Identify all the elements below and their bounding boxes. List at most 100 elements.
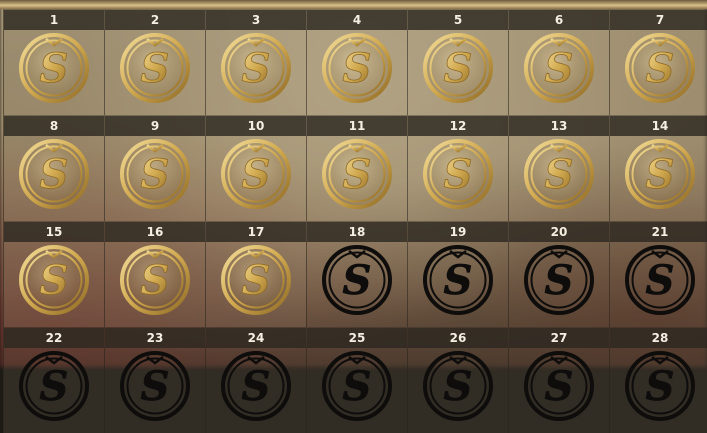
tile-number: 13 (509, 116, 609, 136)
svg-text:S: S (242, 257, 271, 304)
tile-number: 20 (509, 222, 609, 242)
svg-text:S: S (343, 45, 372, 92)
tile-number: 2 (105, 10, 205, 30)
s-coin-icon: S (624, 138, 696, 210)
s-coin-icon: S (220, 32, 292, 104)
reward-tile[interactable]: 27 S (508, 327, 609, 433)
reward-tile[interactable]: 24 S (205, 327, 306, 433)
svg-text:S: S (545, 363, 574, 410)
reward-tile[interactable]: 17 S (205, 221, 306, 327)
s-coin-icon: S (624, 350, 696, 422)
svg-text:S: S (545, 45, 574, 92)
reward-tile[interactable]: 20 S (508, 221, 609, 327)
s-coin-icon: S (422, 244, 494, 316)
svg-text:S: S (343, 257, 372, 304)
reward-tile[interactable]: 2 S (104, 9, 205, 115)
reward-tile[interactable]: 18 S (306, 221, 407, 327)
s-coin-icon: S (119, 138, 191, 210)
s-coin-icon: S (18, 138, 90, 210)
svg-text:S: S (40, 151, 69, 198)
svg-text:S: S (141, 363, 170, 410)
svg-text:S: S (141, 151, 170, 198)
reward-tile[interactable]: 26 S (407, 327, 508, 433)
reward-tile[interactable]: 6 S (508, 9, 609, 115)
tile-number: 16 (105, 222, 205, 242)
tile-number: 22 (4, 328, 104, 348)
reward-tile[interactable]: 9 S (104, 115, 205, 221)
s-coin-icon: S (119, 32, 191, 104)
svg-text:S: S (444, 45, 473, 92)
s-coin-icon: S (523, 350, 595, 422)
reward-tile[interactable]: 19 S (407, 221, 508, 327)
tile-number: 4 (307, 10, 407, 30)
s-coin-icon: S (422, 350, 494, 422)
tile-number: 27 (509, 328, 609, 348)
s-coin-icon: S (624, 32, 696, 104)
s-coin-icon: S (523, 244, 595, 316)
s-coin-icon: S (321, 350, 393, 422)
tile-number: 9 (105, 116, 205, 136)
tile-number: 26 (408, 328, 508, 348)
reward-tile[interactable]: 1 S (3, 9, 104, 115)
reward-tile[interactable]: 25 S (306, 327, 407, 433)
s-coin-icon: S (220, 138, 292, 210)
reward-tile[interactable]: 4 S (306, 9, 407, 115)
tile-number: 11 (307, 116, 407, 136)
tile-number: 18 (307, 222, 407, 242)
reward-tile[interactable]: 5 S (407, 9, 508, 115)
svg-text:S: S (141, 257, 170, 304)
tile-number: 28 (610, 328, 707, 348)
svg-text:S: S (40, 45, 69, 92)
s-coin-icon: S (624, 244, 696, 316)
s-coin-icon: S (18, 244, 90, 316)
reward-tile[interactable]: 10 S (205, 115, 306, 221)
svg-text:S: S (40, 363, 69, 410)
tile-number: 7 (610, 10, 707, 30)
tile-number: 8 (4, 116, 104, 136)
reward-tile[interactable]: 12 S (407, 115, 508, 221)
tile-number: 12 (408, 116, 508, 136)
s-coin-icon: S (422, 32, 494, 104)
reward-tile[interactable]: 22 S (3, 327, 104, 433)
tile-number: 6 (509, 10, 609, 30)
reward-tile[interactable]: 21 S (609, 221, 707, 327)
svg-text:S: S (646, 363, 675, 410)
reward-tile[interactable]: 11 S (306, 115, 407, 221)
s-coin-icon: S (321, 244, 393, 316)
s-coin-icon: S (422, 138, 494, 210)
reward-tile[interactable]: 16 S (104, 221, 205, 327)
tile-number: 25 (307, 328, 407, 348)
s-coin-icon: S (18, 350, 90, 422)
svg-text:S: S (646, 151, 675, 198)
svg-text:S: S (242, 45, 271, 92)
svg-text:S: S (343, 363, 372, 410)
reward-tile[interactable]: 13 S (508, 115, 609, 221)
svg-text:S: S (242, 151, 271, 198)
tile-number: 14 (610, 116, 707, 136)
tile-number: 23 (105, 328, 205, 348)
reward-grid: 1 S 2 S 3 S 4 S 5 S 6 S 7 S 8 S 9 S 10 S… (3, 9, 707, 433)
s-coin-icon: S (523, 138, 595, 210)
reward-tile[interactable]: 7 S (609, 9, 707, 115)
reward-tile[interactable]: 3 S (205, 9, 306, 115)
tile-number: 1 (4, 10, 104, 30)
reward-tile[interactable]: 15 S (3, 221, 104, 327)
svg-text:S: S (40, 257, 69, 304)
s-coin-icon: S (321, 32, 393, 104)
svg-text:S: S (545, 257, 574, 304)
svg-text:S: S (242, 363, 271, 410)
tile-number: 10 (206, 116, 306, 136)
svg-text:S: S (343, 151, 372, 198)
s-coin-icon: S (119, 350, 191, 422)
reward-tile[interactable]: 8 S (3, 115, 104, 221)
svg-text:S: S (141, 45, 170, 92)
top-frame-strip (0, 0, 707, 9)
tile-number: 17 (206, 222, 306, 242)
svg-text:S: S (646, 45, 675, 92)
reward-tile[interactable]: 14 S (609, 115, 707, 221)
s-coin-icon: S (220, 350, 292, 422)
s-coin-icon: S (523, 32, 595, 104)
reward-tile[interactable]: 23 S (104, 327, 205, 433)
s-coin-icon: S (220, 244, 292, 316)
reward-tile[interactable]: 28 S (609, 327, 707, 433)
